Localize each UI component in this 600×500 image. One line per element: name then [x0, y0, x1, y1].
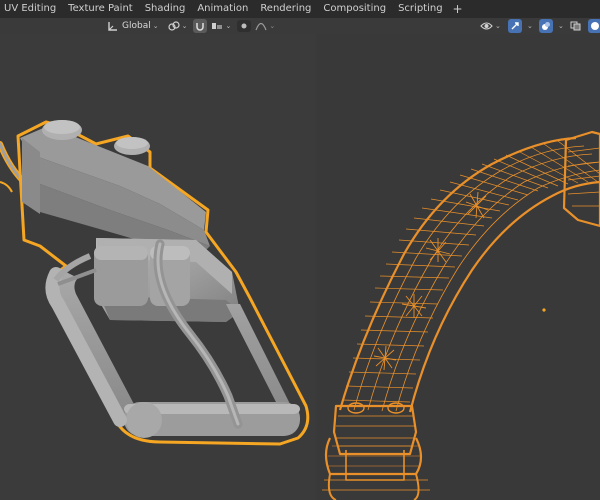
falloff-dropdown[interactable]: ⌄	[253, 19, 277, 33]
snap-icon	[196, 23, 205, 31]
viewport-header: Global ⌄ ⌄ ⌄ ⌄ ⌄ ⌄ ⌄	[0, 18, 600, 34]
xray-toggle[interactable]	[569, 19, 583, 33]
tab-uv-editing[interactable]: UV Editing	[0, 0, 62, 18]
solid-shading-icon	[590, 22, 599, 30]
solid-shading-button[interactable]	[587, 19, 600, 33]
chevron-down-icon: ⌄	[495, 22, 501, 30]
proportional-icon	[241, 23, 247, 29]
tab-texture-paint[interactable]: Texture Paint	[62, 0, 139, 18]
tab-scripting[interactable]: Scripting	[392, 0, 448, 18]
pivot-link-button[interactable]: ⌄	[166, 19, 190, 33]
overlay-toggle[interactable]	[538, 19, 553, 33]
snap-toggle[interactable]	[193, 19, 208, 33]
overlay-icon	[541, 22, 550, 30]
chevron-down-icon: ⌄	[181, 22, 188, 30]
falloff-icon	[255, 22, 267, 31]
tab-compositing[interactable]: Compositing	[317, 0, 392, 18]
blender-window: { "workspace_tabs": ["UV Editing", "Text…	[0, 0, 600, 500]
buckle-solid-mesh	[0, 120, 310, 446]
workspace-tab-bar: UV Editing Texture Paint Shading Animati…	[0, 0, 600, 18]
strap-wireframe-mesh	[322, 130, 600, 500]
link-icon	[167, 20, 180, 31]
gizmo-toggle[interactable]	[507, 19, 522, 33]
transform-controls: Global ⌄ ⌄ ⌄ ⌄	[104, 19, 277, 33]
proportional-editing-toggle[interactable]	[237, 20, 252, 32]
chevron-down-icon: ⌄	[269, 22, 276, 30]
tab-rendering[interactable]: Rendering	[254, 0, 317, 18]
object-visibility-dropdown[interactable]: ⌄	[478, 19, 503, 33]
tab-animation[interactable]: Animation	[191, 0, 254, 18]
chevron-down-icon: ⌄	[225, 22, 232, 30]
display-controls: ⌄ ⌄ ⌄	[478, 19, 600, 33]
right-3d-viewport[interactable]	[316, 34, 600, 500]
selected-vertex	[542, 308, 546, 312]
chevron-down-icon: ⌄	[152, 22, 159, 30]
orientation-icon	[108, 21, 117, 31]
gizmo-dropdown[interactable]: ⌄	[526, 19, 534, 33]
snap-target-icon	[212, 23, 223, 29]
add-workspace-button[interactable]: +	[449, 0, 467, 18]
orientation-label: Global	[122, 21, 151, 31]
snap-target-dropdown[interactable]: ⌄	[209, 19, 233, 33]
tab-shading[interactable]: Shading	[139, 0, 192, 18]
visibility-icon	[480, 22, 493, 30]
left-3d-viewport[interactable]	[0, 34, 316, 500]
gizmo-icon	[511, 22, 519, 30]
overlay-dropdown[interactable]: ⌄	[557, 19, 565, 33]
xray-icon	[570, 21, 581, 31]
orientation-dropdown[interactable]: Global ⌄	[104, 19, 162, 33]
